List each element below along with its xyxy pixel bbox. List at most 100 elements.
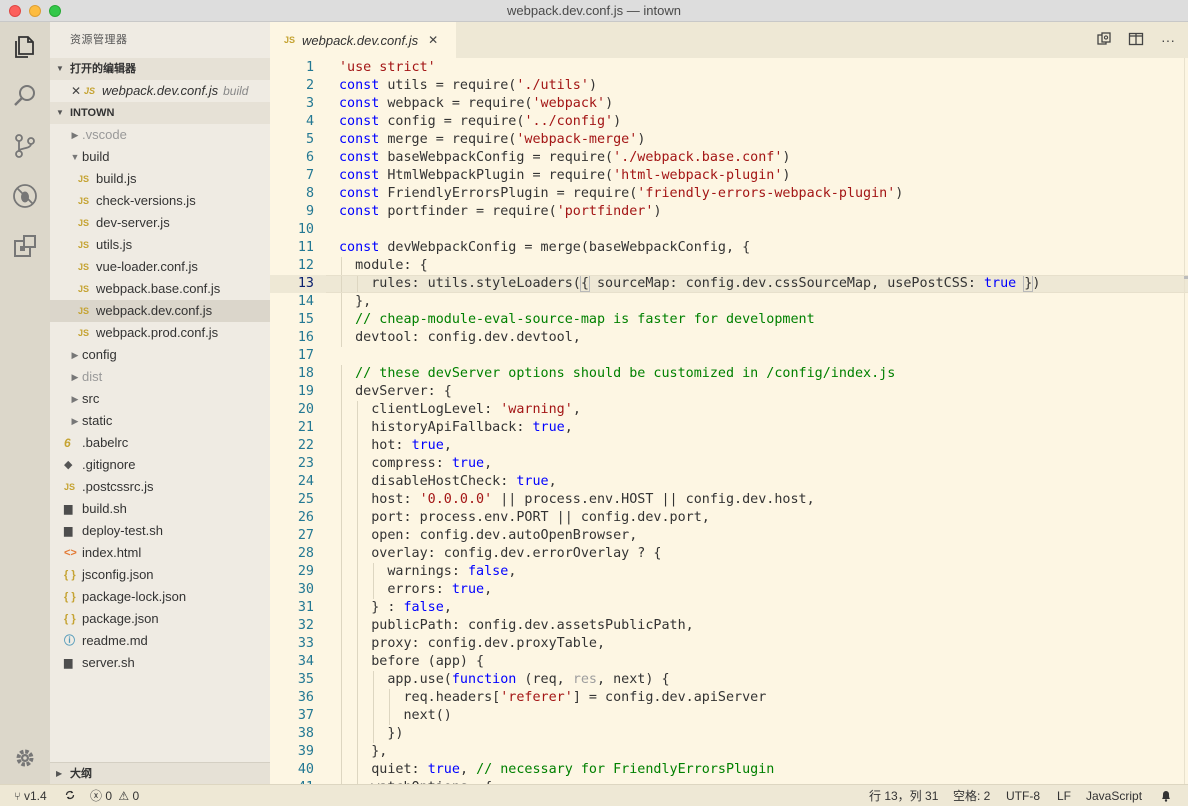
file-item[interactable]: ▆ server.sh xyxy=(50,652,270,674)
tree-item-label: webpack.base.conf.js xyxy=(96,281,221,296)
js-file-icon: JS xyxy=(78,306,90,316)
problems-indicator[interactable]: ⓧ 0 ⚠ 0 xyxy=(90,785,139,806)
encoding[interactable]: UTF-8 xyxy=(1006,785,1040,806)
file-item[interactable]: <> index.html xyxy=(50,542,270,564)
file-item[interactable]: { } package.json xyxy=(50,608,270,630)
source-control-icon[interactable] xyxy=(9,130,41,162)
file-item[interactable]: JS webpack.dev.conf.js xyxy=(50,300,270,322)
branch-name: v1.4 xyxy=(23,789,47,803)
file-item[interactable]: 6 .babelrc xyxy=(50,432,270,454)
file-item[interactable]: ▆ deploy-test.sh xyxy=(50,520,270,542)
outline-label: 大纲 xyxy=(70,767,92,780)
gear-icon[interactable] xyxy=(9,742,41,774)
code-token: portfinder = require( xyxy=(379,204,557,219)
bell-icon[interactable] xyxy=(1160,785,1172,806)
code-line: 5 const merge = require('webpack-merge') xyxy=(270,131,1188,149)
title-bar: webpack.dev.conf.js — intown xyxy=(0,0,1188,22)
file-item[interactable]: JS .postcssrc.js xyxy=(50,476,270,498)
debug-icon[interactable] xyxy=(9,180,41,212)
file-item[interactable]: JS vue-loader.conf.js xyxy=(50,256,270,278)
code-token: || process.env.HOST || config.dev.host, xyxy=(492,492,815,507)
code-text: publicPath: config.dev.assetsPublicPath, xyxy=(339,617,694,635)
js-file-icon: JS xyxy=(78,240,90,250)
overview-ruler[interactable] xyxy=(1184,58,1188,784)
search-icon[interactable] xyxy=(9,80,41,112)
file-item[interactable]: JS check-versions.js xyxy=(50,190,270,212)
outline-header[interactable]: ▶ 大纲 xyxy=(50,762,270,784)
extensions-icon[interactable] xyxy=(9,230,41,262)
tab-webpack-dev-conf[interactable]: JS webpack.dev.conf.js ✕ xyxy=(270,22,456,58)
zoom-window-button[interactable] xyxy=(49,5,61,17)
code-line: 39 }, xyxy=(270,743,1188,761)
js-file-icon: JS xyxy=(64,482,76,492)
window-title: webpack.dev.conf.js — intown xyxy=(507,3,681,18)
split-editor-icon[interactable] xyxy=(1120,31,1152,50)
minimize-window-button[interactable] xyxy=(29,5,41,17)
code-token: true xyxy=(983,276,1017,291)
code-token: ) xyxy=(653,204,662,219)
close-window-button[interactable] xyxy=(9,5,21,17)
folder-item[interactable]: ▶ src xyxy=(50,388,270,410)
file-item[interactable]: { } jsconfig.json xyxy=(50,564,270,586)
project-header[interactable]: ▼ INTOWN xyxy=(50,102,270,124)
js-file-icon: JS xyxy=(284,35,296,45)
file-item[interactable]: { } package-lock.json xyxy=(50,586,270,608)
code-text: devServer: { xyxy=(339,383,452,401)
file-item[interactable]: JS webpack.prod.conf.js xyxy=(50,322,270,344)
folder-item[interactable]: ▶ config xyxy=(50,344,270,366)
code-token: req.headers[ xyxy=(339,690,501,705)
line-number: 5 xyxy=(305,132,314,147)
tree-item-label: build.sh xyxy=(82,501,127,516)
folder-item[interactable]: ▶ .vscode xyxy=(50,124,270,146)
folder-item[interactable]: ▶ dist xyxy=(50,366,270,388)
code-text: module: { xyxy=(339,257,428,275)
language-mode[interactable]: JavaScript xyxy=(1086,785,1142,806)
tree-item-label: dist xyxy=(82,369,103,384)
end-of-line[interactable]: LF xyxy=(1057,785,1071,806)
branch-indicator[interactable]: ⑂ v1.4 xyxy=(14,785,47,806)
code-token: proxy: config.dev.proxyTable, xyxy=(339,636,606,651)
code-token: webpack = require( xyxy=(379,96,533,111)
code-token: { xyxy=(579,275,590,292)
sync-icon[interactable] xyxy=(64,785,76,806)
file-item[interactable]: ▆ build.sh xyxy=(50,498,270,520)
tree-item-label: vue-loader.conf.js xyxy=(96,259,198,274)
code-token: , xyxy=(484,456,493,471)
tree-item-label: build.js xyxy=(96,171,137,186)
file-item[interactable]: JS webpack.base.conf.js xyxy=(50,278,270,300)
code-token: 'webpack-merge' xyxy=(516,132,638,147)
line-number: 24 xyxy=(297,474,314,489)
code-token: utils = require( xyxy=(379,78,517,93)
close-icon[interactable]: ✕ xyxy=(428,33,438,47)
explorer-icon[interactable] xyxy=(9,31,41,63)
file-item[interactable]: JS dev-server.js xyxy=(50,212,270,234)
more-icon[interactable]: ··· xyxy=(1152,32,1184,48)
cursor-position-marker xyxy=(1184,276,1188,279)
code-text: compress: true, xyxy=(339,455,492,473)
code-token: '../config' xyxy=(524,114,614,129)
folder-item[interactable]: ▶ static xyxy=(50,410,270,432)
file-item[interactable]: ⓘ readme.md xyxy=(50,630,270,652)
code-token: }, xyxy=(339,294,372,309)
open-changes-icon[interactable] xyxy=(1088,31,1120,50)
chevron-right-icon: ▶ xyxy=(71,394,79,404)
line-number: 9 xyxy=(305,204,314,219)
open-editor-item[interactable]: ✕ JS webpack.dev.conf.js build xyxy=(50,80,270,102)
shell-file-icon: ▆ xyxy=(64,503,73,515)
open-editors-header[interactable]: ▼ 打开的编辑器 xyxy=(50,58,270,80)
cursor-position[interactable]: 行 13，列 31 xyxy=(869,785,938,806)
js-file-icon: JS xyxy=(78,328,90,338)
js-file-icon: JS xyxy=(84,86,96,96)
code-line: 8 const FriendlyErrorsPlugin = require('f… xyxy=(270,185,1188,203)
code-text: next() xyxy=(339,707,451,725)
folder-item[interactable]: ▼ build xyxy=(50,146,270,168)
file-item[interactable]: JS build.js xyxy=(50,168,270,190)
line-number: 18 xyxy=(297,366,314,381)
file-item[interactable]: JS utils.js xyxy=(50,234,270,256)
code-token: before (app) { xyxy=(339,654,485,669)
code-token: true xyxy=(451,456,485,471)
close-icon[interactable]: ✕ xyxy=(68,80,84,102)
indentation[interactable]: 空格: 2 xyxy=(953,785,990,806)
code-editor[interactable]: 1 'use strict' 2 const utils = require('./u… xyxy=(270,58,1188,784)
file-item[interactable]: ◆ .gitignore xyxy=(50,454,270,476)
